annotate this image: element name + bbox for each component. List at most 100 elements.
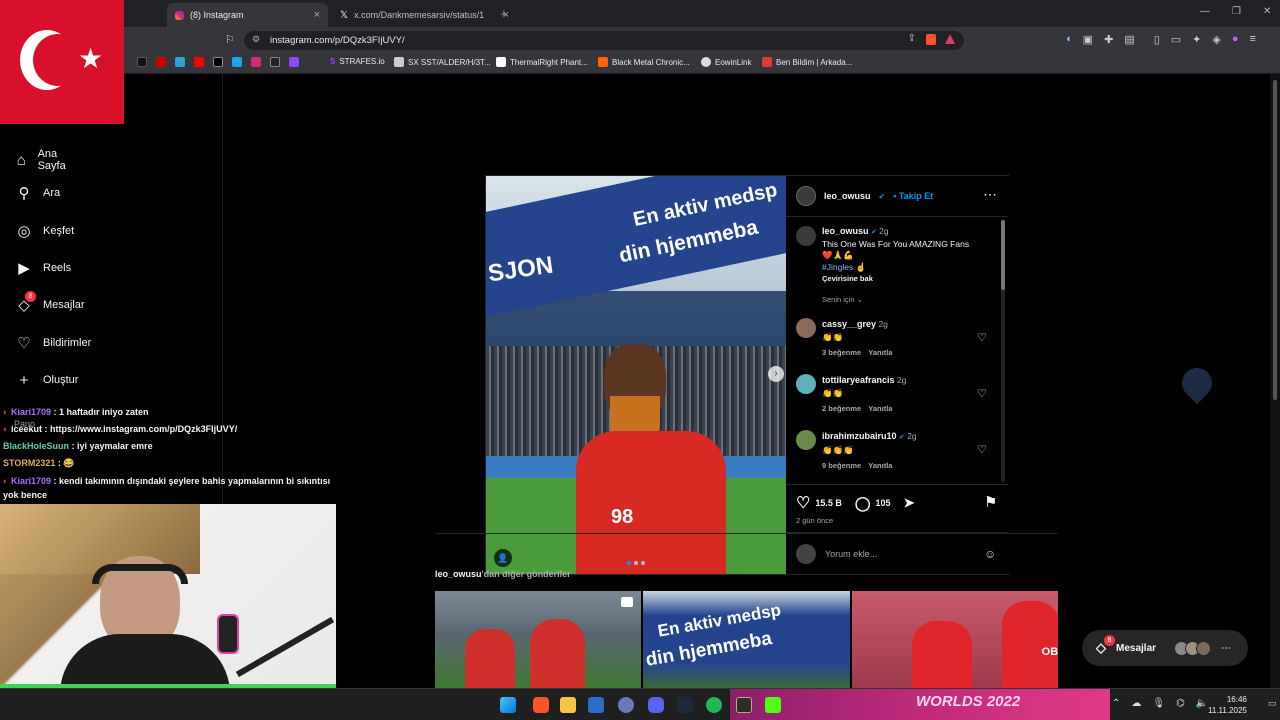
like-icon[interactable]: ♡ (796, 493, 810, 513)
comment-like-icon[interactable]: ♡ (977, 443, 987, 456)
next-image-button[interactable]: › (768, 366, 784, 382)
reply-button[interactable]: Yanıtla (868, 461, 892, 470)
comment-username[interactable]: cassy__grey (822, 319, 876, 329)
new-tab-button[interactable]: + (500, 6, 508, 21)
share-icon[interactable]: ⇪ (908, 33, 916, 44)
bookmark-item[interactable]: ThermalRight Phant... (496, 57, 588, 67)
comment-count[interactable]: 105 (876, 498, 891, 508)
messages-floating-button[interactable]: ◇ 8 Mesajlar ⋯ (1082, 630, 1248, 666)
volume-icon[interactable]: 🔈 (1196, 698, 1208, 709)
bookmark-item[interactable]: EowinLink (701, 57, 751, 67)
cloud-icon[interactable]: ☁ (1131, 698, 1141, 709)
share-icon[interactable]: ➤ (904, 495, 915, 511)
extension-icon[interactable]: ▤ (1124, 33, 1134, 46)
audio-icon[interactable]: ◖ (1065, 33, 1072, 46)
brave-shield-icon[interactable] (926, 34, 936, 45)
caption-username[interactable]: leo_owusu (822, 226, 869, 236)
save-icon[interactable]: ⚑ (984, 493, 997, 511)
hashtag-link[interactable]: #Jingles ☝ (822, 262, 866, 272)
comment-likes[interactable]: 2 beğenme (822, 404, 861, 413)
nav-item-notifications[interactable]: ♡ Bildirimler (16, 335, 91, 352)
like-count[interactable]: 15.5 B (815, 498, 842, 508)
tray-chevron-icon[interactable]: ⌃ (1112, 698, 1120, 709)
tagged-user-icon[interactable]: 👤 (494, 549, 512, 567)
bookmark-item[interactable]: S STRAFES.io (330, 57, 385, 66)
scrollbar-thumb[interactable] (1273, 80, 1277, 400)
nav-item-search[interactable]: ⚲ Ara (16, 185, 61, 202)
minimize-icon[interactable]: — (1200, 6, 1210, 17)
bookmark-icon[interactable] (270, 57, 280, 67)
post-photo[interactable]: En aktiv medsp din hjemmeba SJON 98 › 👤 (486, 176, 786, 574)
x-icon[interactable] (213, 57, 223, 67)
follow-button[interactable]: • Takip Et (893, 191, 933, 201)
comment-likes[interactable]: 9 beğenme (822, 461, 861, 470)
page-scrollbar[interactable] (1270, 74, 1280, 688)
steam-icon[interactable] (677, 697, 693, 713)
bookmark-icon[interactable] (175, 57, 185, 67)
comment-username[interactable]: tottilaryeafrancis (822, 375, 895, 385)
wallet-icon[interactable]: ▭ (1171, 33, 1181, 46)
comments-scrollbar[interactable] (1001, 220, 1005, 482)
comment-input[interactable]: Yorum ekle... (825, 549, 975, 559)
instagram-icon[interactable] (251, 57, 261, 67)
comment-like-icon[interactable]: ♡ (977, 331, 987, 344)
wifi-icon[interactable]: ⌬ (1176, 698, 1185, 709)
url-input[interactable]: ⚙ instagram.com/p/DQzk3FIjUVY/ ⇪ (244, 31, 964, 50)
bookmark-icon[interactable] (156, 57, 166, 67)
menu-icon[interactable]: ≡ (1250, 33, 1256, 46)
comment-username[interactable]: ibrahimzubairu10 (822, 431, 897, 441)
avatar[interactable] (796, 318, 816, 338)
more-posts-username[interactable]: leo_owusu (435, 569, 482, 579)
nav-item-reels[interactable]: ▶ Reels (16, 260, 71, 277)
grid-post[interactable]: En aktiv medsp din hjemmeba (643, 591, 850, 688)
spotify-icon[interactable] (706, 697, 722, 713)
sidebar-icon[interactable]: ▯ (1154, 33, 1160, 46)
leo-ai-icon[interactable]: ✦ (1192, 33, 1201, 46)
grid-post[interactable] (435, 591, 642, 688)
bookmark-item[interactable]: Black Metal Chronic... (598, 57, 690, 67)
comment-like-icon[interactable]: ♡ (977, 387, 987, 400)
author-username[interactable]: leo_owusu (824, 191, 871, 201)
avatar[interactable] (796, 374, 816, 394)
windows-start-icon[interactable] (500, 697, 516, 713)
grid-post[interactable]: OBO (851, 591, 1058, 688)
for-you-dropdown[interactable]: Senin için ⌄ (822, 295, 863, 304)
vpn-icon[interactable]: ◈ (1212, 33, 1220, 46)
maximize-icon[interactable]: ❐ (1232, 6, 1241, 17)
reply-button[interactable]: Yanıtla (868, 404, 892, 413)
brave-rewards-icon[interactable] (945, 34, 955, 44)
youtube-icon[interactable] (194, 57, 204, 67)
bookmark-icon[interactable]: ⚐ (225, 33, 235, 46)
bookmark-icon[interactable] (232, 57, 242, 67)
kick-icon[interactable] (765, 697, 781, 713)
site-info-icon[interactable]: ⚙ (252, 34, 260, 45)
comment-icon[interactable]: ◯ (855, 495, 871, 512)
translate-link[interactable]: Çevirisine bak (822, 274, 873, 283)
nav-item-create[interactable]: + Oluştur (16, 372, 79, 389)
clock[interactable]: 16:46 11.11.2025 (1208, 694, 1247, 716)
discord-icon[interactable] (648, 697, 664, 713)
nav-item-home[interactable]: ⌂ Ana Sayfa (16, 148, 71, 172)
comment-likes[interactable]: 3 beğenme (822, 348, 861, 357)
nav-item-explore[interactable]: ◎ Keşfet (16, 223, 74, 240)
bookmark-item[interactable]: SX SST/ALDER/H/3T... (394, 57, 491, 67)
tab-instagram[interactable]: (8) Instagram × (167, 3, 328, 27)
app-icon[interactable] (588, 697, 604, 713)
mic-icon[interactable]: 🎙 (1152, 698, 1165, 709)
close-tab-icon[interactable]: × (314, 9, 320, 21)
scrollbar-thumb[interactable] (1001, 220, 1005, 290)
close-window-icon[interactable]: ✕ (1263, 6, 1271, 17)
nav-item-messages[interactable]: ◇ Mesajlar 8 (16, 291, 85, 314)
extension-icon[interactable]: ▣ (1083, 33, 1093, 46)
emoji-icon[interactable]: ☺ (984, 547, 996, 561)
reply-button[interactable]: Yanıtla (868, 348, 892, 357)
avatar[interactable] (796, 430, 816, 450)
more-options-icon[interactable]: ⋯ (983, 186, 998, 203)
app-icon[interactable] (618, 697, 634, 713)
tab-x[interactable]: 𝕏 x.com/Dankmemesarsiv/status/1988 × (332, 3, 517, 27)
brave-icon[interactable] (533, 697, 549, 713)
notifications-icon[interactable]: ▭ (1268, 698, 1277, 709)
puzzle-icon[interactable]: ✚ (1104, 33, 1113, 46)
twitch-icon[interactable] (289, 57, 299, 67)
profile-icon[interactable]: ● (1232, 33, 1239, 46)
